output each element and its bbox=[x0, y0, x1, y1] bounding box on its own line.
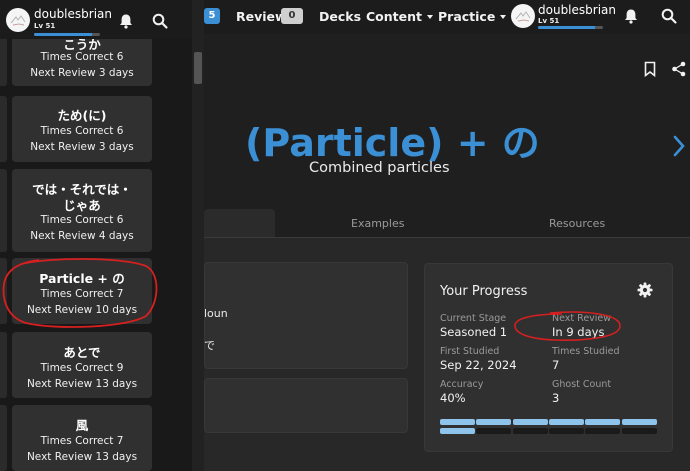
accuracy-value: 40% bbox=[440, 391, 466, 405]
bell-icon[interactable] bbox=[622, 7, 640, 25]
first-studied-label: First Studied bbox=[440, 346, 500, 357]
avatar-sketch-icon bbox=[10, 15, 26, 26]
times-correct-text: Times Correct 6 bbox=[40, 214, 124, 226]
gear-icon[interactable] bbox=[636, 281, 654, 299]
accuracy-label: Accuracy bbox=[440, 379, 484, 390]
times-studied-value: 7 bbox=[552, 358, 560, 372]
times-correct-text: Times Correct 7 bbox=[40, 435, 124, 447]
progress-title: Your Progress bbox=[440, 284, 528, 299]
card-edge bbox=[0, 169, 7, 252]
avatar[interactable] bbox=[511, 4, 535, 28]
stage-segment bbox=[440, 428, 475, 434]
user-level: Lv 51 bbox=[538, 17, 560, 25]
avatar-sketch-icon bbox=[515, 11, 531, 22]
bookmark-icon[interactable] bbox=[641, 60, 659, 78]
next-review-text: Next Review 3 days bbox=[30, 67, 134, 79]
next-review-text: Next Review 13 days bbox=[26, 451, 138, 463]
nav-content-label: Content bbox=[366, 9, 422, 24]
stage-segment bbox=[476, 428, 512, 434]
user-level: Lv 51 bbox=[34, 22, 56, 30]
chevron-down-icon bbox=[500, 15, 507, 19]
nav-practice-label: Practice bbox=[438, 9, 496, 24]
ghost-count-label: Ghost Count bbox=[552, 379, 612, 390]
grammar-point-title-line2: じゃあ bbox=[63, 198, 101, 213]
card-edge bbox=[0, 96, 7, 162]
nav-review[interactable]: Review bbox=[236, 9, 287, 24]
structure-particle-text: で bbox=[204, 339, 215, 352]
review-count-badge[interactable]: 0 bbox=[281, 8, 303, 24]
stage-segment bbox=[548, 428, 584, 434]
stage-segment bbox=[512, 428, 548, 434]
review-schedule-sidebar: こうか Times Correct 6 Next Review 3 days た… bbox=[0, 0, 192, 471]
grammar-title: (Particle) + の bbox=[245, 121, 540, 165]
tab-examples[interactable]: Examples bbox=[351, 217, 404, 230]
details-card bbox=[204, 378, 408, 433]
nav-content[interactable]: Content bbox=[366, 9, 433, 24]
grammar-point-title: 風 bbox=[75, 418, 89, 433]
avatar[interactable] bbox=[6, 8, 30, 32]
next-arrow-icon[interactable] bbox=[672, 134, 686, 158]
card-edge bbox=[0, 36, 7, 86]
nav-practice[interactable]: Practice bbox=[438, 9, 507, 24]
next-review-text: Next Review 3 days bbox=[30, 141, 134, 153]
stage-segment bbox=[585, 419, 621, 425]
grammar-point-title: ため(に) bbox=[57, 108, 107, 123]
xp-progress-bar bbox=[34, 33, 100, 36]
current-stage-value: Seasoned 1 bbox=[440, 325, 508, 339]
grammar-point-title: あとで bbox=[63, 345, 101, 360]
stage-segment bbox=[621, 428, 657, 434]
times-correct-text: Times Correct 6 bbox=[40, 125, 124, 137]
stage-segment bbox=[621, 419, 657, 425]
stage-segment bbox=[440, 419, 475, 425]
username[interactable]: doublesbrian bbox=[538, 3, 616, 17]
nav-decks[interactable]: Decks bbox=[319, 9, 361, 24]
annotation-circle-next-review bbox=[514, 311, 621, 341]
annotation-circle-particle-no bbox=[2, 258, 158, 328]
structure-noun-text: loun bbox=[204, 307, 228, 320]
stage-segment bbox=[548, 419, 584, 425]
chevron-down-icon bbox=[427, 15, 433, 19]
ghost-count-value: 3 bbox=[552, 391, 560, 405]
grammar-subtitle: Combined particles bbox=[309, 160, 450, 176]
times-studied-label: Times Studied bbox=[552, 346, 620, 357]
search-icon[interactable] bbox=[660, 7, 678, 25]
sidebar-header: doublesbrian Lv 51 bbox=[0, 0, 192, 39]
lesson-count-badge[interactable]: 5 bbox=[204, 8, 220, 24]
stage-segment bbox=[585, 428, 621, 434]
times-correct-text: Times Correct 6 bbox=[40, 51, 124, 63]
tab-resources[interactable]: Resources bbox=[549, 217, 605, 230]
first-studied-value: Sep 22, 2024 bbox=[440, 358, 517, 372]
xp-progress-bar bbox=[538, 26, 603, 29]
structure-card bbox=[204, 262, 408, 369]
next-review-text: Next Review 4 days bbox=[30, 230, 134, 242]
card-edge bbox=[0, 332, 7, 398]
current-stage-label: Current Stage bbox=[440, 313, 507, 324]
sidebar-scrollbar-thumb[interactable] bbox=[194, 52, 202, 84]
tab-overview[interactable] bbox=[204, 209, 275, 238]
times-correct-text: Times Correct 9 bbox=[40, 362, 124, 374]
stage-segment bbox=[476, 419, 512, 425]
share-icon[interactable] bbox=[670, 60, 688, 78]
card-edge bbox=[0, 405, 7, 471]
next-review-text: Next Review 13 days bbox=[26, 378, 138, 390]
bell-icon[interactable] bbox=[117, 12, 135, 30]
stage-segment bbox=[512, 419, 548, 425]
username[interactable]: doublesbrian bbox=[34, 7, 112, 21]
search-icon[interactable] bbox=[151, 12, 169, 30]
